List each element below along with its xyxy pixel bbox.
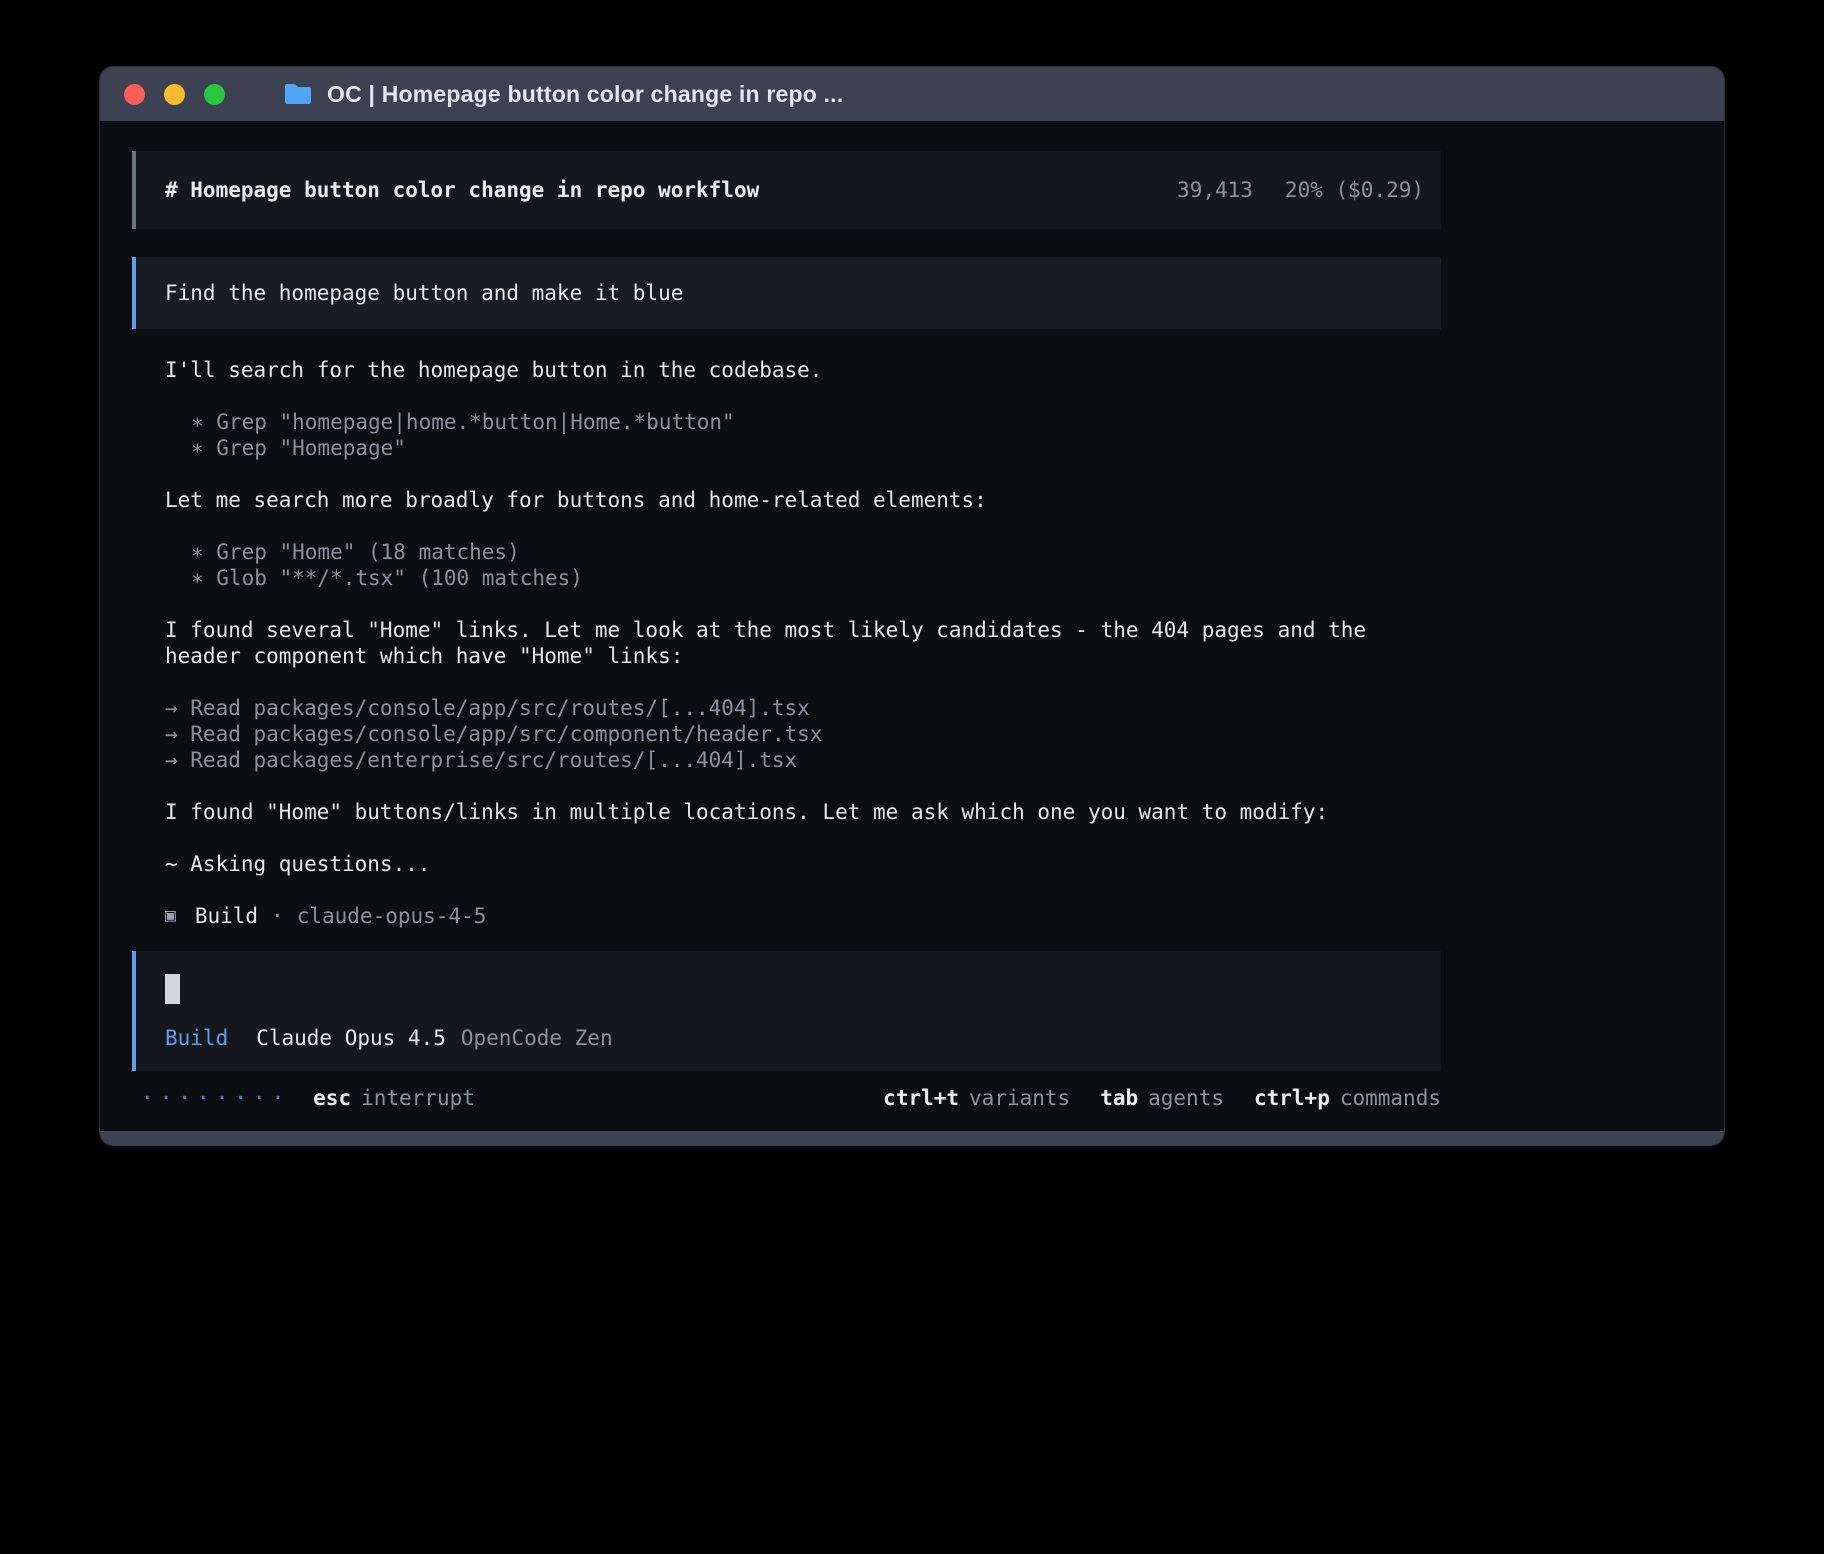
context-usage: 20% ($0.29) — [1285, 178, 1424, 202]
input-mode-label: Build — [165, 1025, 228, 1051]
tool-call-line: → Read packages/console/app/src/routes/[… — [165, 695, 1441, 721]
folder-icon — [283, 82, 313, 106]
window-title-group: OC | Homepage button color change in rep… — [283, 81, 843, 108]
agent-name: Build — [195, 903, 258, 929]
agent-icon: ▣ — [165, 903, 176, 929]
session-title: # Homepage button color change in repo w… — [165, 178, 759, 202]
tool-call-line: ∗ Glob "**/*.tsx" (100 matches) — [165, 565, 1441, 591]
input-meta: Build Claude Opus 4.5 OpenCode Zen — [165, 1025, 1421, 1051]
status-bar-right: ctrl+t variants tab agents ctrl+p commands — [883, 1085, 1441, 1111]
shortcut-label: agents — [1148, 1086, 1224, 1110]
shortcut-variants: ctrl+t variants — [883, 1085, 1070, 1111]
session-meta: 39,413 20% ($0.29) — [1177, 178, 1424, 202]
tool-call-line: ∗ Grep "homepage|home.*button|Home.*butt… — [165, 409, 1441, 435]
text-cursor — [165, 974, 180, 1004]
zoom-button[interactable] — [204, 84, 225, 105]
shortcut-key: ctrl+p — [1254, 1086, 1330, 1110]
spinner-icon: ········ — [141, 1085, 290, 1111]
tool-call-line: ∗ Grep "Home" (18 matches) — [165, 539, 1441, 565]
minimize-button[interactable] — [164, 84, 185, 105]
shortcut-key: ctrl+t — [883, 1086, 959, 1110]
title-bar: OC | Homepage button color change in rep… — [100, 67, 1724, 121]
terminal-window: OC | Homepage button color change in rep… — [99, 66, 1725, 1146]
shortcut-commands: ctrl+p commands — [1254, 1085, 1441, 1111]
assistant-text: I found "Home" buttons/links in multiple… — [165, 799, 1441, 825]
shortcut-key: esc — [313, 1086, 351, 1110]
prompt-input[interactable]: Build Claude Opus 4.5 OpenCode Zen — [132, 951, 1441, 1071]
shortcut-label: commands — [1340, 1086, 1441, 1110]
session-content: # Homepage button color change in repo w… — [100, 121, 1724, 1111]
input-model-label: Claude Opus 4.5 — [256, 1025, 446, 1051]
user-message-text: Find the homepage button and make it blu… — [165, 281, 683, 305]
status-bar-left: ········ esc interrupt — [141, 1085, 475, 1111]
shortcut-agents: tab agents — [1100, 1085, 1224, 1111]
traffic-lights — [124, 84, 225, 105]
tool-call-line: → Read packages/console/app/src/componen… — [165, 721, 1441, 747]
window-bottom-edge — [100, 1131, 1724, 1145]
assistant-text: I'll search for the homepage button in t… — [165, 357, 1441, 383]
token-count: 39,413 — [1177, 178, 1253, 202]
user-message: Find the homepage button and make it blu… — [132, 257, 1441, 329]
tool-call-line: → Read packages/enterprise/src/routes/[.… — [165, 747, 1441, 773]
input-provider-label: OpenCode Zen — [461, 1025, 613, 1051]
agent-model: claude-opus-4-5 — [297, 903, 487, 929]
agent-status-row: ▣ Build · claude-opus-4-5 — [132, 903, 1724, 929]
agent-separator: · — [271, 903, 284, 929]
status-line: ~ Asking questions... — [165, 851, 1441, 877]
shortcut-key: tab — [1100, 1086, 1138, 1110]
assistant-text: Let me search more broadly for buttons a… — [165, 487, 1441, 513]
shortcut-label: interrupt — [361, 1086, 475, 1110]
session-header: # Homepage button color change in repo w… — [132, 151, 1441, 229]
window-title: OC | Homepage button color change in rep… — [327, 81, 843, 108]
transcript: I'll search for the homepage button in t… — [132, 357, 1441, 877]
close-button[interactable] — [124, 84, 145, 105]
shortcut-label: variants — [969, 1086, 1070, 1110]
shortcut-interrupt: esc interrupt — [313, 1085, 475, 1111]
status-bar: ········ esc interrupt ctrl+t variants tab… — [132, 1085, 1441, 1111]
tool-call-line: ∗ Grep "Homepage" — [165, 435, 1441, 461]
assistant-text: I found several "Home" links. Let me loo… — [165, 617, 1441, 669]
